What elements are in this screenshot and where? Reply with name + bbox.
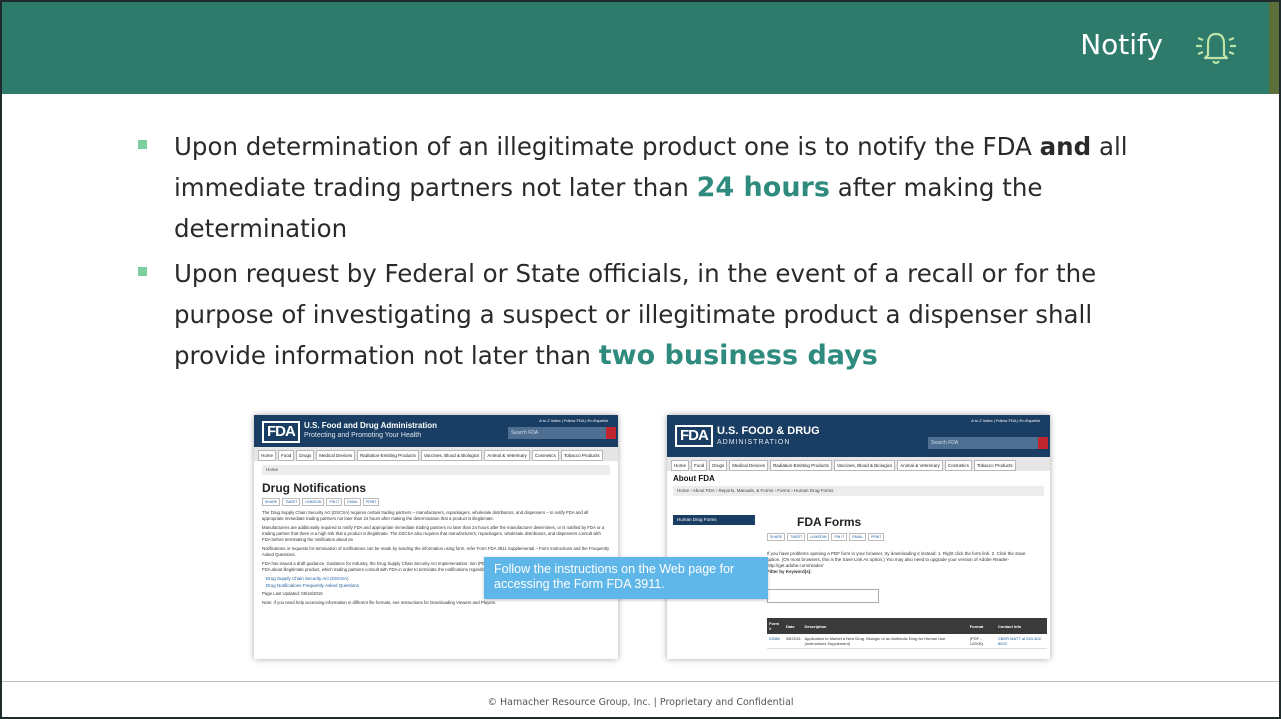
paragraph: Manufacturers are additionally required … (262, 525, 605, 542)
table-cell: Application to Market a New Drug, Biolog… (802, 634, 968, 649)
nav-tab: Vaccines, Blood & Biologics (420, 450, 483, 461)
share-buttons: SHARE TWEET LINKEDIN PIN IT EMAIL PRINT (262, 498, 610, 506)
nav-tab: Animal & Veterinary (484, 450, 530, 461)
footer-divider (2, 681, 1279, 682)
callout-tooltip: Follow the instructions on the Web page … (484, 557, 768, 599)
fda-nav: Home Food Drugs Medical Devices Radiatio… (254, 447, 618, 461)
table-cell: CBER MATT at 240-402-8020 (995, 634, 1047, 649)
share-button: SHARE (262, 498, 281, 506)
tweet-button: TWEET (787, 533, 806, 541)
slide-title: Notify (1080, 28, 1163, 61)
filter-label: Filter by Keyword(s): (767, 569, 812, 574)
bullet-item: Upon determination of an illegitimate pr… (132, 126, 1172, 249)
nav-tab: Vaccines, Blood & Biologics (833, 460, 896, 471)
bullet-marker (138, 140, 147, 149)
fda-agency-name: U.S. FOOD & DRUG (717, 425, 820, 437)
tweet-button: TWEET (282, 498, 301, 506)
fda-nav: Home Food Drugs Medical Devices Radiatio… (667, 457, 1050, 471)
nav-tab: Cosmetics (944, 460, 972, 471)
slide: Notify Upon determination of an illegiti… (0, 0, 1281, 719)
email-button: EMAIL (344, 498, 361, 506)
header-edge-accent (1269, 2, 1279, 94)
highlight-24-hours: 24 hours (696, 172, 830, 203)
nav-tab: Medical Devices (316, 450, 356, 461)
table-cell: 08/2015 (783, 634, 803, 649)
fda-agency-name: U.S. Food and Drug Administration (304, 421, 438, 430)
table-cell: 0356h (767, 634, 784, 649)
pin-button: PIN IT (326, 498, 343, 506)
download-instructions: If you have problems opening a PDF form … (767, 551, 1037, 575)
nav-tab: Radiation-Emitting Products (357, 450, 419, 461)
title-bar: Notify (2, 2, 1279, 94)
linkedin-button: LINKEDIN (807, 533, 830, 541)
nav-tab: Cosmetics (531, 450, 559, 461)
fda-agency-sub: ADMINISTRATION (717, 439, 791, 446)
nav-tab: Animal & Veterinary (897, 460, 943, 471)
bullet-bold-text: and (1039, 132, 1092, 161)
fda-header: FDA U.S. FOOD & DRUG ADMINISTRATION A to… (667, 415, 1050, 457)
fda-drug-notifications-screenshot: FDA U.S. Food and Drug Administration Pr… (254, 415, 618, 659)
keyword-filter-input (767, 589, 879, 603)
nav-tab: Home (258, 450, 277, 461)
fda-top-links: A to Z Index | Follow FDA | En Español (539, 418, 608, 423)
forms-table: Form # Date Description Format Contact I… (767, 618, 1047, 649)
bullet-marker (138, 267, 147, 276)
instructions-text: If you have problems opening a PDF form … (767, 551, 1026, 568)
fda-top-links: A to Z Index | Follow FDA | En Español (971, 418, 1040, 423)
fda-search-input: Search FDA (508, 427, 608, 439)
table-row: 0356h 08/2015 Application to Market a Ne… (767, 634, 1047, 649)
highlight-two-business-days: two business days (598, 340, 878, 371)
column-header: Format (967, 618, 996, 634)
page-heading: Drug Notifications (262, 481, 366, 495)
column-header: Date (783, 618, 803, 634)
nav-tab: Drugs (296, 450, 315, 461)
footer-text: © Hamacher Resource Group, Inc. | Propri… (487, 697, 794, 708)
fda-search-input: Search FDA (928, 437, 1040, 449)
nav-tab: Medical Devices (729, 460, 769, 471)
search-icon (606, 427, 616, 439)
share-button: SHARE (767, 533, 786, 541)
pin-button: PIN IT (831, 533, 848, 541)
bell-icon (1196, 32, 1236, 65)
linkedin-button: LINKEDIN (302, 498, 325, 506)
nav-tab: Drugs (709, 460, 728, 471)
breadcrumb: Home (262, 465, 610, 475)
nav-tab: Food (691, 460, 708, 471)
bullet-list: Upon determination of an illegitimate pr… (132, 126, 1172, 380)
column-header: Description (802, 618, 968, 634)
nav-tab: Home (671, 460, 690, 471)
fda-forms-screenshot: FDA U.S. FOOD & DRUG ADMINISTRATION A to… (667, 415, 1050, 659)
column-header: Contact Info (995, 618, 1047, 634)
sidebar-item-human-drug-forms: Human Drug Forms (673, 515, 755, 525)
section-title: About FDA (673, 474, 715, 483)
paragraph: The Drug Supply Chain Security Act (DSCS… (262, 510, 589, 521)
fda-logo: FDA (675, 425, 713, 447)
fda-tagline: Protecting and Promoting Your Health (304, 432, 422, 439)
nav-tab: Tobacco Products (973, 460, 1016, 471)
table-cell: (PDF - 122KB) (967, 634, 996, 649)
nav-tab: Food (278, 450, 295, 461)
page-note: Note: If you need help accessing informa… (262, 600, 497, 605)
print-button: PRINT (867, 533, 885, 541)
search-icon (1038, 437, 1048, 449)
email-button: EMAIL (849, 533, 866, 541)
nav-tab: Radiation-Emitting Products (770, 460, 832, 471)
fda-logo: FDA (262, 421, 300, 443)
breadcrumb: Home › About FDA › Reports, Manuals, & F… (673, 486, 1044, 496)
share-buttons: SHARE TWEET LINKEDIN PIN IT EMAIL PRINT (767, 533, 885, 541)
page-heading: FDA Forms (797, 515, 862, 529)
column-header: Form # (767, 618, 784, 634)
table-header-row: Form # Date Description Format Contact I… (767, 618, 1047, 634)
bullet-text: Upon determination of an illegitimate pr… (174, 132, 1040, 161)
print-button: PRINT (362, 498, 380, 506)
fda-header: FDA U.S. Food and Drug Administration Pr… (254, 415, 618, 447)
bullet-item: Upon request by Federal or State officia… (132, 253, 1172, 376)
nav-tab: Tobacco Products (560, 450, 603, 461)
